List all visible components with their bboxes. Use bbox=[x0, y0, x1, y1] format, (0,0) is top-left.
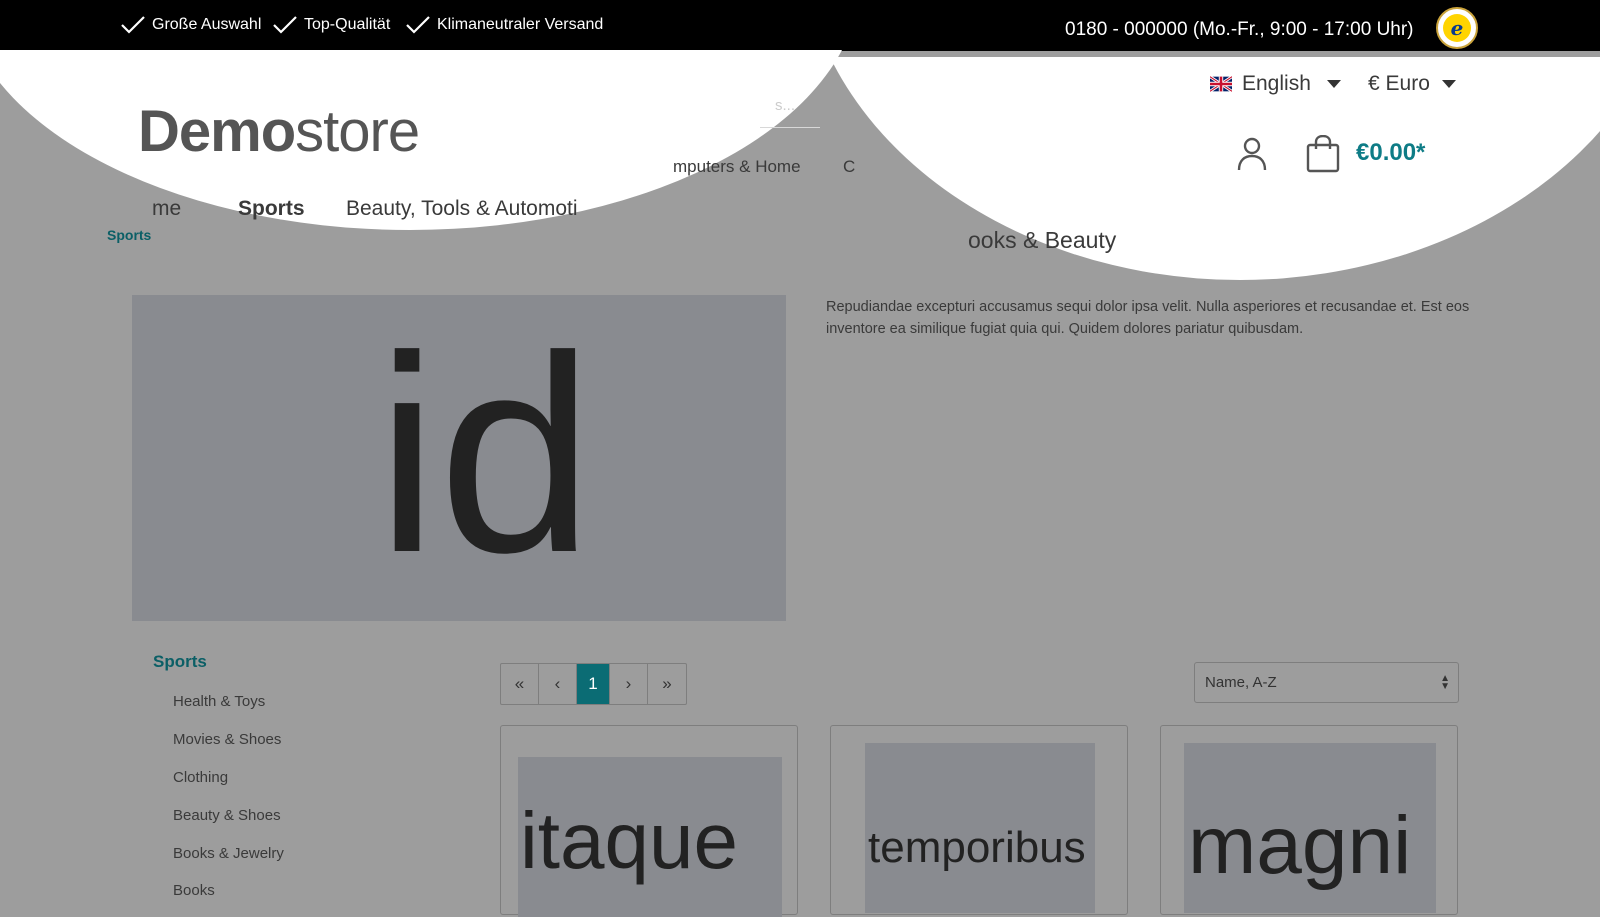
search-underline bbox=[760, 127, 820, 128]
currency-selector[interactable]: € Euro bbox=[1368, 72, 1456, 96]
sidebar-item[interactable]: Health & Toys bbox=[173, 693, 265, 710]
check-icon bbox=[121, 16, 145, 34]
usp-item: Top-Qualität bbox=[272, 15, 390, 35]
product-image[interactable]: temporibus bbox=[865, 743, 1095, 913]
product-image-text: magni bbox=[1188, 800, 1412, 891]
cart-icon[interactable] bbox=[1306, 135, 1340, 173]
product-card[interactable]: temporibus bbox=[830, 725, 1128, 915]
language-label: English bbox=[1242, 72, 1311, 95]
search-input-fragment[interactable]: s... bbox=[775, 97, 795, 114]
cart-total[interactable]: €0.00* bbox=[1356, 139, 1425, 167]
usp-item: Klimaneutraler Versand bbox=[405, 15, 603, 35]
usp-item: Große Auswahl bbox=[120, 15, 261, 35]
nav-item-books-beauty[interactable]: ooks & Beauty bbox=[968, 227, 1116, 254]
last-page-button[interactable]: » bbox=[648, 664, 686, 704]
pagination: « ‹ 1 › » bbox=[500, 663, 687, 705]
product-image[interactable]: magni bbox=[1184, 743, 1436, 913]
category-hero-image: id bbox=[132, 295, 786, 621]
currency-label: € Euro bbox=[1368, 72, 1430, 95]
account-icon[interactable] bbox=[1236, 136, 1268, 172]
trusted-shops-e-icon: e bbox=[1443, 14, 1471, 42]
product-card[interactable]: magni bbox=[1160, 725, 1458, 915]
select-arrows-icon: ▲ ▼ bbox=[1440, 673, 1450, 692]
hotline-text: 0180 - 000000 (Mo.-Fr., 9:00 - 17:00 Uhr… bbox=[1065, 19, 1414, 40]
usp-label: Große Auswahl bbox=[152, 16, 262, 33]
chevron-down-icon bbox=[1441, 80, 1456, 88]
nav-item-home[interactable]: me bbox=[152, 197, 181, 221]
product-image-text: itaque bbox=[520, 796, 738, 885]
language-selector[interactable]: English bbox=[1210, 72, 1341, 96]
next-page-button[interactable]: › bbox=[610, 664, 648, 704]
product-image[interactable]: itaque bbox=[518, 757, 782, 917]
first-page-button[interactable]: « bbox=[501, 664, 539, 704]
chevron-down-icon bbox=[1326, 80, 1341, 88]
sidebar-item[interactable]: Beauty & Shoes bbox=[173, 807, 281, 824]
nav-item-c[interactable]: C bbox=[843, 157, 855, 177]
top-bar: Große Auswahl Top-Qualität Klimaneutrale… bbox=[0, 0, 1600, 51]
page-button-current[interactable]: 1 bbox=[577, 664, 610, 704]
usp-label: Top-Qualität bbox=[304, 16, 391, 33]
nav-item-sports[interactable]: Sports bbox=[238, 197, 305, 221]
nav-item-computers-home[interactable]: mputers & Home bbox=[673, 157, 801, 177]
sidebar-item[interactable]: Clothing bbox=[173, 769, 228, 786]
category-description: Repudiandae excepturi accusamus sequi do… bbox=[826, 299, 1470, 337]
product-image-text: temporibus bbox=[868, 823, 1086, 872]
hero-image-text: id bbox=[376, 299, 594, 611]
uk-flag-icon bbox=[1210, 76, 1232, 92]
sort-selected-label: Name, A-Z bbox=[1205, 674, 1277, 691]
sort-select[interactable]: Name, A-Z ▲ ▼ bbox=[1194, 662, 1459, 703]
product-card[interactable]: itaque bbox=[500, 725, 798, 917]
usp-label: Klimaneutraler Versand bbox=[437, 16, 604, 33]
store-logo[interactable]: Demostore bbox=[138, 98, 420, 165]
logo-bold: Demo bbox=[138, 99, 296, 164]
logo-light: store bbox=[295, 99, 420, 164]
trusted-shops-badge[interactable]: e bbox=[1436, 7, 1478, 49]
breadcrumb[interactable]: Sports bbox=[107, 227, 151, 243]
prev-page-button[interactable]: ‹ bbox=[539, 664, 577, 704]
sidebar-item[interactable]: Books & Jewelry bbox=[173, 845, 284, 862]
nav-item-beauty-tools[interactable]: Beauty, Tools & Automoti bbox=[346, 197, 578, 221]
sidebar-item[interactable]: Movies & Shoes bbox=[173, 731, 281, 748]
check-icon bbox=[273, 16, 297, 34]
sidebar-title[interactable]: Sports bbox=[153, 652, 207, 672]
sidebar-item[interactable]: Books bbox=[173, 882, 215, 899]
check-icon bbox=[406, 16, 430, 34]
